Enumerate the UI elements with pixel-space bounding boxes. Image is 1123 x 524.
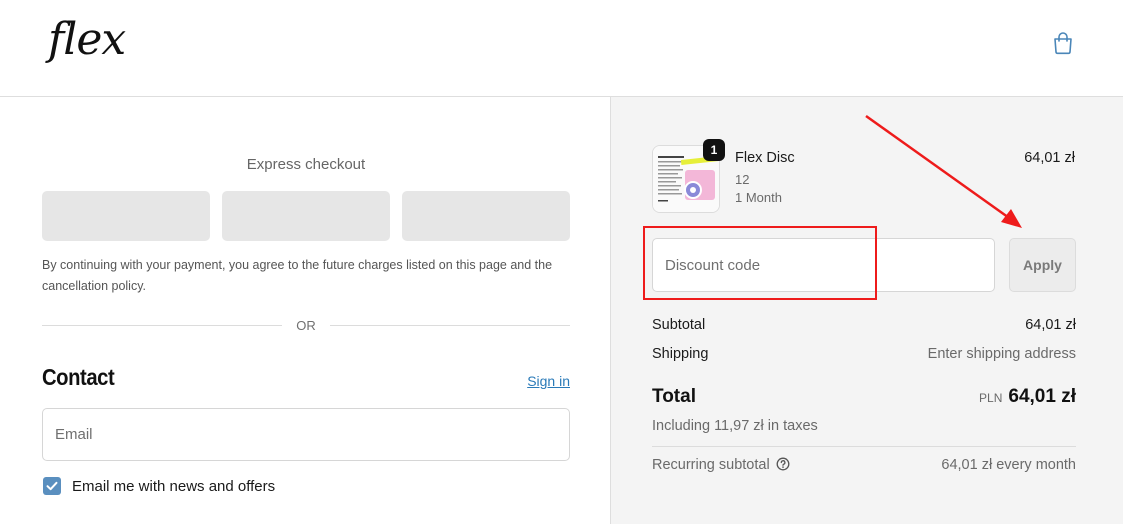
shipping-label: Shipping <box>652 346 709 362</box>
email-field[interactable] <box>42 408 570 461</box>
sign-in-link[interactable]: Sign in <box>470 373 570 389</box>
discount-code-input[interactable] <box>652 238 995 292</box>
express-pay-button-3[interactable] <box>402 191 570 241</box>
newsletter-label[interactable]: Email me with news and offers <box>72 478 275 495</box>
contact-heading: Contact <box>42 364 115 390</box>
currency-code: PLN <box>979 391 1003 405</box>
checkout-header: flex <box>0 0 1123 97</box>
apply-discount-button[interactable]: Apply <box>1009 238 1076 292</box>
product-variant: 12 <box>735 172 750 187</box>
product-plan: 1 Month <box>735 190 782 205</box>
subtotal-label: Subtotal <box>652 317 706 333</box>
total-label: Total <box>652 386 696 407</box>
express-pay-button-1[interactable] <box>42 191 210 241</box>
recurring-subtotal-text: Recurring subtotal <box>652 457 770 473</box>
taxes-note: Including 11,97 zł in taxes <box>652 418 818 434</box>
subtotal-value: 64,01 zł <box>1025 317 1076 333</box>
recurring-subtotal-label: Recurring subtotal <box>652 457 790 473</box>
order-summary: 1 Flex Disc 12 1 Month 64,01 zł Apply Su… <box>610 97 1123 524</box>
quantity-badge: 1 <box>703 139 725 161</box>
shipping-value: Enter shipping address <box>927 346 1076 362</box>
help-icon[interactable] <box>776 457 790 471</box>
or-divider-label: OR <box>296 318 316 333</box>
product-name: Flex Disc <box>735 150 795 166</box>
express-pay-button-2[interactable] <box>222 191 390 241</box>
shopping-bag-icon[interactable] <box>1050 30 1076 56</box>
summary-divider <box>652 446 1076 447</box>
recurring-subtotal-value: 64,01 zł every month <box>941 457 1076 473</box>
or-divider-right <box>330 325 570 326</box>
express-checkout-title: Express checkout <box>246 156 366 173</box>
flex-logo[interactable]: flex <box>48 14 126 65</box>
product-price: 64,01 zł <box>1024 150 1075 166</box>
newsletter-checkbox[interactable] <box>43 477 61 495</box>
total-amount: 64,01 zł <box>1008 386 1076 407</box>
legal-notice: By continuing with your payment, you agr… <box>42 258 553 293</box>
total-value: PLN 64,01 zł <box>876 386 1076 408</box>
checkmark-icon <box>46 481 58 491</box>
checkout-main: Express checkout By continuing with your… <box>0 97 610 524</box>
or-divider-left <box>42 325 282 326</box>
